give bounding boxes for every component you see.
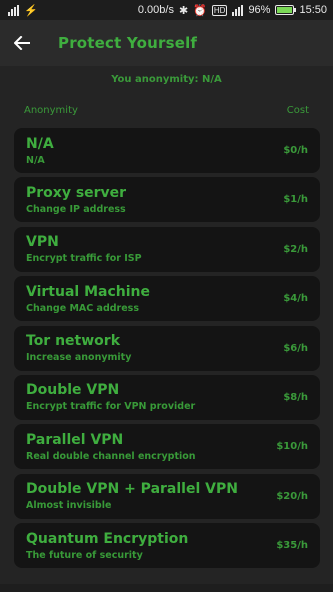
- arrow-left-icon: [14, 36, 30, 50]
- item-text: Double VPN + Parallel VPN Almost invisibl…: [26, 481, 238, 511]
- protection-item[interactable]: Parallel VPN Real double channel encrypti…: [14, 424, 320, 470]
- item-cost: $20/h: [276, 490, 308, 502]
- column-header-cost: Cost: [286, 105, 309, 116]
- item-text: N/A N/A: [26, 136, 54, 166]
- network-speed: 0.00b/s: [137, 4, 174, 16]
- item-name: Proxy server: [26, 184, 127, 201]
- status-bar: ⚡ 0.00b/s ✱ ⏰ HD 96% 15:50: [0, 0, 333, 20]
- item-description: N/A: [26, 154, 45, 166]
- item-cost: $10/h: [276, 441, 308, 453]
- page-title: Protect Yourself: [58, 34, 198, 52]
- item-cost: $0/h: [283, 145, 308, 156]
- status-bar-right: 0.00b/s ✱ ⏰ HD 96% 15:50: [138, 4, 327, 17]
- protection-item[interactable]: Quantum Encryption The future of security…: [14, 523, 320, 569]
- item-name: Quantum Encryption: [26, 530, 189, 547]
- usb-icon: ⚡: [24, 4, 38, 17]
- cell-signal-icon: [232, 4, 244, 16]
- alarm-icon: ⏰: [193, 4, 207, 17]
- battery-icon: [275, 5, 297, 15]
- item-description: The future of security: [26, 549, 143, 561]
- column-header-anonymity: Anonymity: [24, 105, 78, 116]
- item-cost: $6/h: [283, 342, 308, 354]
- item-cost: $2/h: [283, 243, 308, 255]
- item-name: Double VPN + Parallel VPN: [26, 481, 238, 498]
- item-name: N/A: [26, 135, 54, 152]
- item-name: Tor network: [26, 333, 121, 350]
- item-name: Virtual Machine: [26, 283, 150, 300]
- bluetooth-icon: ✱: [178, 4, 189, 17]
- status-bar-left: ⚡: [8, 4, 38, 17]
- item-text: Quantum Encryption The future of security: [26, 531, 188, 561]
- protection-item[interactable]: N/A N/A $0/h: [14, 128, 320, 173]
- item-text: Virtual Machine Change MAC address: [26, 284, 150, 314]
- anonymity-status: You anonymity: N/A: [111, 74, 222, 85]
- item-description: Change IP address: [26, 203, 126, 215]
- protection-item[interactable]: Virtual Machine Change MAC address $4/h: [14, 276, 320, 322]
- bottom-edge: [0, 584, 333, 592]
- item-description: Increase anonymity: [26, 352, 132, 364]
- protection-item[interactable]: VPN Encrypt traffic for ISP $2/h: [14, 226, 320, 272]
- signal-icon: [8, 4, 19, 16]
- protection-list: N/A N/A $0/h Proxy server Change IP address $…: [14, 128, 320, 573]
- item-text: Parallel VPN Real double channel encrypti…: [26, 432, 196, 462]
- back-button[interactable]: [0, 20, 44, 66]
- app-bar: Protect Yourself: [0, 20, 333, 66]
- item-description: Encrypt traffic for VPN provider: [26, 401, 196, 413]
- battery-percent: 96%: [248, 4, 271, 16]
- item-description: Change MAC address: [26, 302, 139, 314]
- item-description: Encrypt traffic for ISP: [26, 253, 142, 265]
- item-text: Tor network Increase anonymity: [26, 333, 131, 363]
- item-description: Real double channel encryption: [26, 450, 196, 462]
- protection-item[interactable]: Double VPN + Parallel VPN Almost invisibl…: [14, 473, 320, 519]
- item-text: Double VPN Encrypt traffic for VPN provid…: [26, 382, 195, 412]
- item-name: Double VPN: [26, 382, 120, 399]
- protection-item[interactable]: Double VPN Encrypt traffic for VPN provid…: [14, 374, 320, 420]
- protection-item[interactable]: Proxy server Change IP address $1/h: [14, 177, 320, 223]
- item-cost: $4/h: [283, 293, 308, 305]
- item-cost: $35/h: [276, 540, 308, 552]
- protection-item[interactable]: Tor network Increase anonymity $6/h: [14, 325, 320, 371]
- clock: 15:50: [299, 4, 327, 16]
- column-headers: Anonymity Cost: [24, 105, 309, 116]
- item-name: Parallel VPN: [26, 431, 124, 448]
- item-description: Almost invisible: [26, 500, 112, 512]
- hd-icon: HD: [211, 4, 228, 16]
- item-name: VPN: [26, 234, 59, 251]
- item-text: Proxy server Change IP address: [26, 185, 126, 215]
- item-cost: $1/h: [283, 194, 308, 206]
- item-cost: $8/h: [283, 391, 308, 403]
- item-text: VPN Encrypt traffic for ISP: [26, 234, 142, 264]
